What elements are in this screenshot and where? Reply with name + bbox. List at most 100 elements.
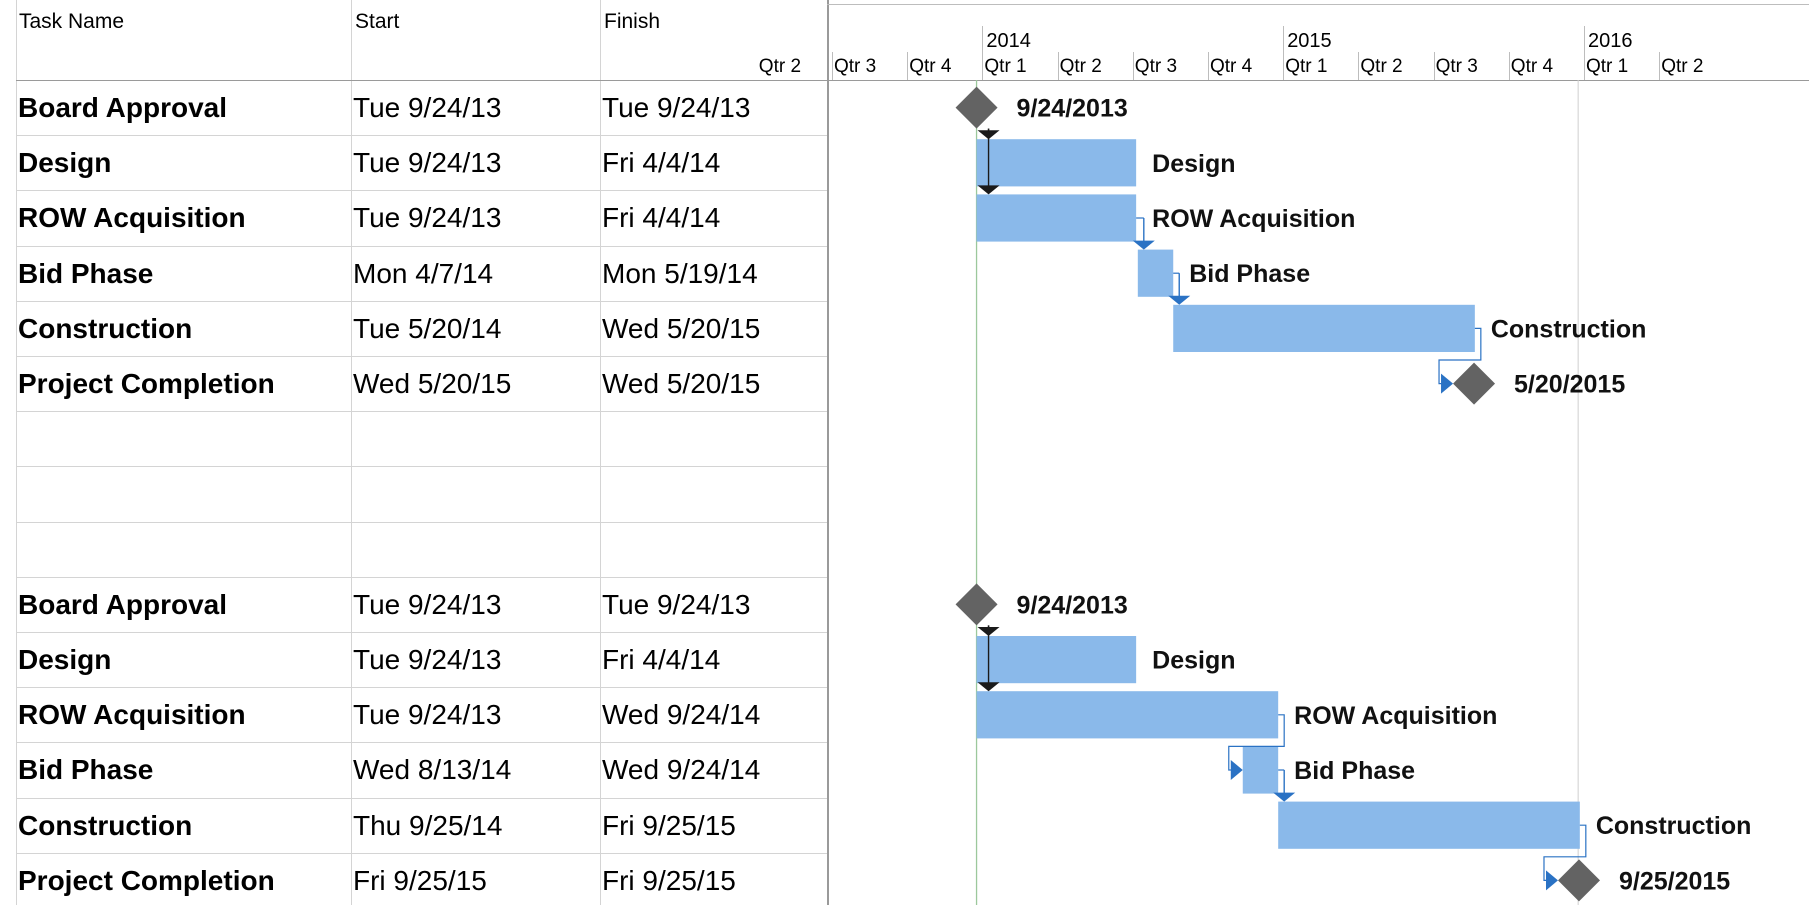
column-header-start[interactable]: Start	[352, 0, 399, 80]
table-row[interactable]: Design Tue 9/24/13 Fri 4/4/14	[17, 135, 827, 190]
start-date-cell[interactable]: Tue 9/24/13	[353, 577, 501, 632]
timescale-quarter-label: Qtr 1	[1285, 56, 1328, 77]
bar-label: ROW Acquisition	[1294, 702, 1497, 730]
task-name-cell[interactable]: ROW Acquisition	[18, 687, 246, 742]
timescale-quarter-divider	[1057, 52, 1059, 80]
timescale-quarter-divider	[1132, 52, 1134, 80]
bar-label: 9/24/2013	[1017, 591, 1128, 619]
task-name-cell[interactable]: Project Completion	[18, 853, 275, 908]
start-date-cell[interactable]: Wed 5/20/15	[353, 356, 511, 411]
dependency-arrow	[977, 130, 1000, 140]
timescale-year-divider	[982, 26, 984, 80]
milestone-diamond	[955, 583, 998, 626]
task-bar	[1137, 249, 1174, 297]
task-bar	[976, 691, 1279, 739]
table-row[interactable]: Bid Phase Mon 4/7/14 Mon 5/19/14	[17, 246, 827, 301]
finish-date-cell[interactable]: Tue 9/24/13	[602, 80, 750, 135]
timescale-quarter-label: Qtr 3	[1134, 56, 1178, 77]
timescale-quarter-label: Qtr 2	[1360, 56, 1403, 77]
start-date-cell[interactable]: Tue 9/24/13	[353, 687, 501, 742]
finish-date-cell[interactable]: Fri 4/4/14	[602, 135, 720, 190]
task-name-cell[interactable]: Design	[18, 135, 111, 190]
table-row[interactable]: Project Completion Fri 9/25/15 Fri 9/25/15	[17, 853, 827, 908]
start-date-cell[interactable]: Tue 9/24/13	[353, 190, 501, 245]
table-row[interactable]: Board Approval Tue 9/24/13 Tue 9/24/13	[17, 577, 827, 632]
task-name-cell[interactable]: Project Completion	[18, 356, 275, 411]
timescale-quarter-label: Qtr 2	[1661, 56, 1704, 77]
column-header-finish[interactable]: Finish	[601, 0, 660, 80]
finish-date-cell[interactable]: Fri 4/4/14	[602, 190, 720, 245]
task-name-cell[interactable]: Construction	[18, 798, 192, 853]
bar-label: ROW Acquisition	[1152, 205, 1355, 233]
milestone-diamond	[1453, 362, 1496, 405]
table-row[interactable]: ROW Acquisition Tue 9/24/13 Wed 9/24/14	[17, 687, 827, 742]
bar-label: Construction	[1491, 315, 1647, 343]
timescale-quarter-label: Qtr 4	[1510, 56, 1554, 77]
task-name-cell[interactable]: Construction	[18, 301, 192, 356]
task-name-cell[interactable]: Bid Phase	[18, 742, 153, 797]
task-name-cell[interactable]: Board Approval	[18, 577, 227, 632]
timescale-quarter-label: Qtr 3	[834, 56, 877, 77]
task-bar	[976, 194, 1137, 242]
finish-date-cell[interactable]: Fri 4/4/14	[602, 632, 720, 687]
table-row[interactable]: Bid Phase Wed 8/13/14 Wed 9/24/14	[17, 742, 827, 797]
timescale-quarter-divider	[1358, 52, 1360, 80]
dependency-arrow	[1230, 760, 1243, 780]
table-row[interactable]: Construction Tue 5/20/14 Wed 5/20/15	[17, 301, 827, 356]
start-date-cell[interactable]: Tue 5/20/14	[353, 301, 501, 356]
start-date-cell[interactable]: Thu 9/25/14	[353, 798, 502, 853]
row-divider	[16, 466, 827, 467]
dependency-arrow	[977, 627, 1000, 636]
row-divider	[16, 411, 827, 412]
timescale-quarter-divider	[1208, 52, 1209, 80]
column-header-task-name[interactable]: Task Name	[16, 0, 124, 80]
finish-date-cell[interactable]: Wed 9/24/14	[602, 742, 760, 797]
finish-date-cell[interactable]: Fri 9/25/15	[602, 853, 736, 908]
timescale-quarter-divider	[1508, 52, 1510, 80]
start-date-cell[interactable]: Tue 9/24/13	[353, 135, 501, 190]
table-row[interactable]: Construction Thu 9/25/14 Fri 9/25/15	[17, 798, 827, 853]
start-date-cell[interactable]: Tue 9/24/13	[353, 632, 501, 687]
finish-date-cell[interactable]: Wed 5/20/15	[602, 301, 760, 356]
task-bar	[1173, 304, 1475, 352]
dependency-link	[1543, 824, 1587, 882]
start-date-cell[interactable]: Fri 9/25/15	[353, 853, 487, 908]
bar-label: 5/20/2015	[1514, 371, 1625, 399]
timescale-year-label: 2015	[1287, 30, 1332, 52]
bar-label: Design	[1152, 150, 1235, 178]
finish-date-cell[interactable]: Fri 9/25/15	[602, 798, 736, 853]
timescale-quarter-label: Qtr 3	[1435, 56, 1478, 77]
timescale-quarter-divider	[907, 52, 909, 80]
table-row[interactable]: Project Completion Wed 5/20/15 Wed 5/20/15	[17, 356, 827, 411]
timescale-quarter-label: Qtr 2	[758, 56, 802, 77]
finish-date-cell[interactable]: Tue 9/24/13	[602, 577, 750, 632]
finish-date-cell[interactable]: Wed 9/24/14	[602, 687, 760, 742]
start-date-cell[interactable]: Tue 9/24/13	[353, 80, 501, 135]
table-row[interactable]: Board Approval Tue 9/24/13 Tue 9/24/13	[17, 80, 827, 135]
dependency-arrow	[1132, 240, 1155, 250]
bar-label: Bid Phase	[1294, 757, 1415, 785]
dependency-arrow	[1168, 295, 1191, 305]
task-name-cell[interactable]: ROW Acquisition	[18, 190, 246, 245]
table-row[interactable]: Design Tue 9/24/13 Fri 4/4/14	[17, 632, 827, 687]
dependency-arrow	[1545, 870, 1558, 891]
bar-label: Bid Phase	[1189, 260, 1310, 288]
timescale-quarter-label: Qtr 4	[1210, 56, 1253, 77]
task-name-cell[interactable]: Bid Phase	[18, 246, 153, 301]
task-bar	[1242, 746, 1279, 794]
timescale-quarter-label: Qtr 4	[909, 56, 952, 77]
dependency-link	[1438, 327, 1482, 385]
finish-date-cell[interactable]: Wed 5/20/15	[602, 356, 760, 411]
timescale-quarter-label: Qtr 1	[984, 56, 1027, 77]
task-name-cell[interactable]: Board Approval	[18, 80, 227, 135]
finish-date-cell[interactable]: Mon 5/19/14	[602, 246, 758, 301]
start-date-cell[interactable]: Mon 4/7/14	[353, 246, 493, 301]
split-bar	[827, 0, 829, 905]
timescale-year-label: 2016	[1588, 30, 1633, 52]
task-name-cell[interactable]: Design	[18, 632, 111, 687]
timescale-quarter-divider	[1433, 52, 1435, 80]
table-row[interactable]: ROW Acquisition Tue 9/24/13 Fri 4/4/14	[17, 190, 827, 245]
dependency-arrow	[977, 185, 1000, 195]
start-date-cell[interactable]: Wed 8/13/14	[353, 742, 511, 797]
milestone-diamond	[955, 86, 998, 129]
